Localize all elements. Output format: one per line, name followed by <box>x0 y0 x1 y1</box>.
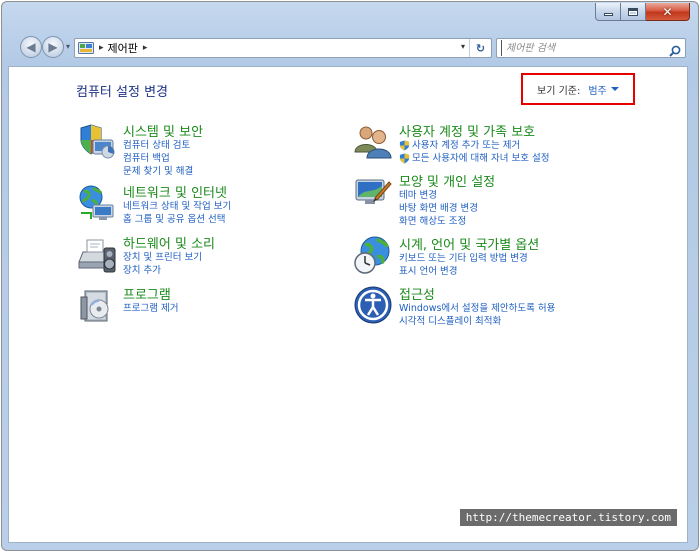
ease-of-access-icon[interactable] <box>353 285 393 325</box>
watermark-url: http://themecreator.tistory.com <box>459 509 677 526</box>
category-title-system-security[interactable]: 시스템 및 보안 <box>123 121 203 140</box>
address-dropdown-icon[interactable]: ▾ <box>461 42 465 51</box>
link-change-input-method[interactable]: 키보드 또는 기타 입력 방법 변경 <box>399 252 528 265</box>
search-icon[interactable] <box>669 42 681 61</box>
link-adjust-resolution[interactable]: 화면 해상도 조정 <box>399 215 478 228</box>
category-hardware-sound: 하드웨어 및 소리 장치 및 프린터 보기 장치 추가 <box>77 234 337 278</box>
link-suggest-settings[interactable]: Windows에서 설정을 제안하도록 허용 <box>399 302 555 315</box>
breadcrumb-separator[interactable]: ▸ <box>99 43 104 53</box>
maximize-button[interactable] <box>621 3 646 21</box>
breadcrumb-separator-trailing[interactable]: ▸ <box>143 43 148 53</box>
maximize-icon <box>628 7 638 16</box>
category-title-ease-of-access[interactable]: 접근성 <box>399 284 435 303</box>
breadcrumb-control-panel[interactable]: 제어판 <box>108 40 138 56</box>
link-troubleshoot[interactable]: 문제 찾기 및 해결 <box>123 165 193 178</box>
recent-pages-dropdown[interactable]: ▾ <box>66 42 70 51</box>
category-title-programs[interactable]: 프로그램 <box>123 284 171 303</box>
link-change-display-language[interactable]: 표시 언어 변경 <box>399 265 528 278</box>
category-title-network-internet[interactable]: 네트워크 및 인터넷 <box>123 182 227 201</box>
link-homegroup[interactable]: 홈 그룹 및 공유 옵션 선택 <box>123 213 231 226</box>
link-parental-controls[interactable]: 모든 사용자에 대해 자녀 보호 설정 <box>399 152 549 165</box>
category-links: 테마 변경 바탕 화면 배경 변경 화면 해상도 조정 <box>399 189 478 228</box>
link-add-device[interactable]: 장치 추가 <box>123 264 202 277</box>
category-links: Windows에서 설정을 제안하도록 허용 시각적 디스플레이 최적화 <box>399 302 555 328</box>
category-user-accounts: 사용자 계정 및 가족 보호 사용자 계정 추가 또는 제거 모든 사용자에 대… <box>353 122 673 166</box>
caption-buttons: ✕ <box>595 3 690 21</box>
programs-icon[interactable] <box>77 285 117 325</box>
view-by-dropdown[interactable]: 범주 <box>588 82 606 97</box>
category-clock-language-region: 시계, 언어 및 국가별 옵션 키보드 또는 기타 입력 방법 변경 표시 언어… <box>353 235 673 279</box>
category-appearance-personalization: 모양 및 개인 설정 테마 변경 바탕 화면 배경 변경 화면 해상도 조정 <box>353 172 673 228</box>
link-uninstall-program[interactable]: 프로그램 제거 <box>123 302 178 315</box>
category-title-appearance[interactable]: 모양 및 개인 설정 <box>399 171 495 190</box>
user-accounts-icon[interactable] <box>353 122 393 162</box>
category-system-security: 시스템 및 보안 컴퓨터 상태 검토 컴퓨터 백업 문제 찾기 및 해결 <box>77 122 337 178</box>
category-links: 네트워크 상태 및 작업 보기 홈 그룹 및 공유 옵션 선택 <box>123 200 231 226</box>
network-internet-icon[interactable] <box>77 183 117 223</box>
close-icon: ✕ <box>662 4 673 19</box>
link-backup[interactable]: 컴퓨터 백업 <box>123 152 193 165</box>
hardware-sound-icon[interactable] <box>77 234 117 274</box>
view-by-label: 보기 기준: <box>537 85 581 97</box>
navigation-bar: ◀ ▶ ▾ ▸ 제어판 ▸ ▾ ↻ <box>2 36 698 62</box>
control-panel-icon <box>78 42 94 54</box>
address-bar[interactable]: ▸ 제어판 ▸ ▾ ↻ <box>74 38 492 58</box>
category-title-clock-language[interactable]: 시계, 언어 및 국가별 옵션 <box>399 234 539 253</box>
minimize-button[interactable] <box>595 3 621 21</box>
link-devices-printers[interactable]: 장치 및 프린터 보기 <box>123 251 202 264</box>
view-by-selector: 보기 기준: 범주 <box>521 73 635 105</box>
control-panel-window: ✕ ◀ ▶ ▾ ▸ 제어판 ▸ ▾ ↻ 제어판 검색 컴퓨터 설정 변경 보기 … <box>1 1 699 551</box>
minimize-icon <box>603 13 613 16</box>
back-button[interactable]: ◀ <box>20 36 42 58</box>
link-add-remove-user[interactable]: 사용자 계정 추가 또는 제거 <box>399 139 549 152</box>
category-title-user-accounts[interactable]: 사용자 계정 및 가족 보호 <box>399 121 535 140</box>
category-links: 장치 및 프린터 보기 장치 추가 <box>123 251 202 277</box>
link-change-background[interactable]: 바탕 화면 배경 변경 <box>399 202 478 215</box>
refresh-button[interactable]: ↻ <box>469 39 491 57</box>
category-links: 사용자 계정 추가 또는 제거 모든 사용자에 대해 자녀 보호 설정 <box>399 139 549 165</box>
category-links: 프로그램 제거 <box>123 302 178 315</box>
system-security-icon[interactable] <box>77 122 117 162</box>
search-box[interactable] <box>496 38 686 58</box>
search-input[interactable] <box>501 40 661 56</box>
category-network-internet: 네트워크 및 인터넷 네트워크 상태 및 작업 보기 홈 그룹 및 공유 옵션 … <box>77 183 337 227</box>
link-network-status[interactable]: 네트워크 상태 및 작업 보기 <box>123 200 231 213</box>
category-programs: 프로그램 프로그램 제거 <box>77 285 337 329</box>
clock-language-region-icon[interactable] <box>353 235 393 275</box>
content-pane: 컴퓨터 설정 변경 보기 기준: 범주 시스템 및 보안 컴퓨터 상태 검토 컴… <box>8 66 688 543</box>
category-ease-of-access: 접근성 Windows에서 설정을 제안하도록 허용 시각적 디스플레이 최적화 <box>353 285 673 329</box>
page-title: 컴퓨터 설정 변경 <box>76 85 168 100</box>
view-by-caret-icon[interactable] <box>610 87 619 91</box>
forward-arrow-icon: ▶ <box>48 40 58 54</box>
uac-shield-icon <box>399 140 410 151</box>
appearance-personalization-icon[interactable] <box>353 172 393 212</box>
link-parental-controls-label: 모든 사용자에 대해 자녀 보호 설정 <box>412 153 550 164</box>
back-arrow-icon: ◀ <box>26 40 36 54</box>
refresh-icon: ↻ <box>475 41 486 55</box>
link-change-theme[interactable]: 테마 변경 <box>399 189 478 202</box>
forward-button[interactable]: ▶ <box>42 36 64 58</box>
category-links: 키보드 또는 기타 입력 방법 변경 표시 언어 변경 <box>399 252 528 278</box>
link-add-remove-user-label: 사용자 계정 추가 또는 제거 <box>412 140 521 151</box>
link-optimize-display[interactable]: 시각적 디스플레이 최적화 <box>399 315 555 328</box>
category-links: 컴퓨터 상태 검토 컴퓨터 백업 문제 찾기 및 해결 <box>123 139 193 178</box>
link-review-status[interactable]: 컴퓨터 상태 검토 <box>123 139 193 152</box>
close-button[interactable]: ✕ <box>646 3 690 21</box>
category-title-hardware-sound[interactable]: 하드웨어 및 소리 <box>123 233 215 252</box>
uac-shield-icon <box>399 153 410 164</box>
